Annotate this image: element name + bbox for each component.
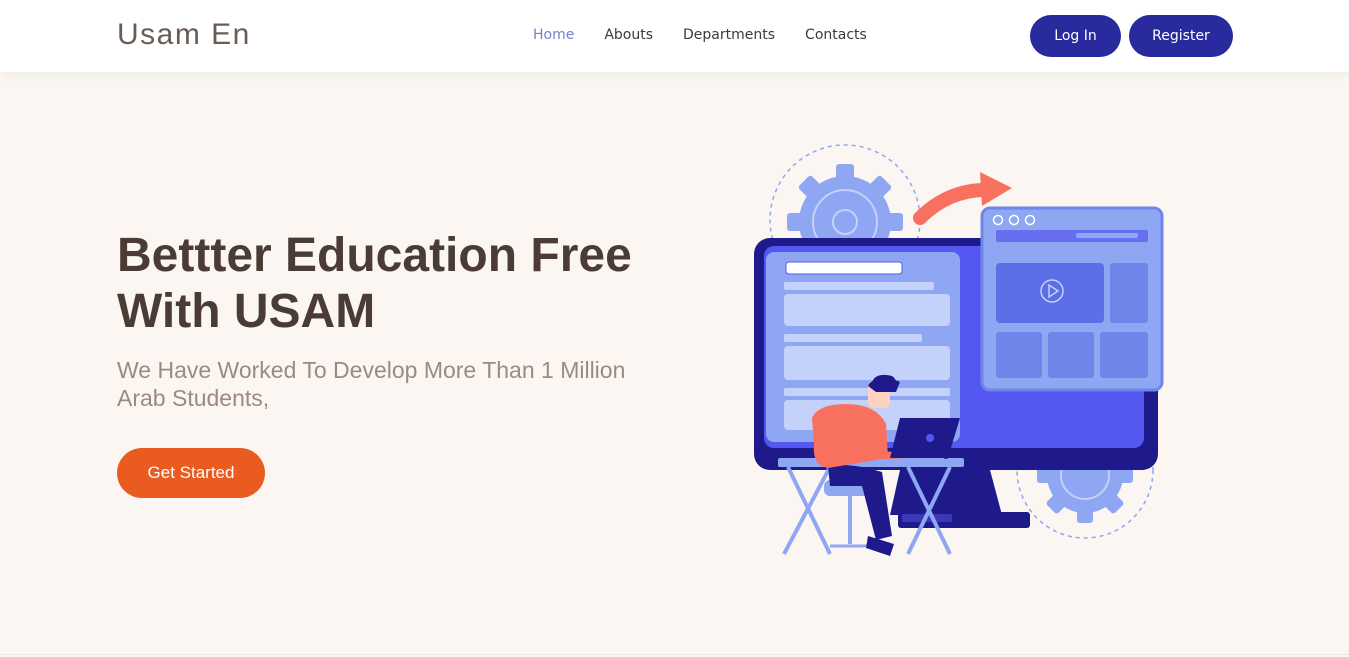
- section-divider: [0, 654, 1349, 655]
- nav-item-home[interactable]: Home: [533, 27, 574, 43]
- person-at-computer-illustration: [754, 144, 1164, 556]
- main-nav: Home Abouts Departments Contacts: [533, 27, 867, 43]
- get-started-button[interactable]: Get Started: [117, 448, 265, 498]
- nav-item-departments[interactable]: Departments: [683, 27, 775, 43]
- hero-title: Bettter Education Free With USAM: [117, 229, 632, 338]
- hero-subtitle: We Have Worked To Develop More Than 1 Mi…: [117, 357, 626, 411]
- register-button[interactable]: Register: [1129, 15, 1233, 57]
- nav-item-contacts[interactable]: Contacts: [805, 27, 867, 43]
- login-button[interactable]: Log In: [1030, 15, 1121, 57]
- brand-logo[interactable]: Usam En: [117, 18, 251, 52]
- nav-item-abouts[interactable]: Abouts: [604, 27, 653, 43]
- navbar: Usam En Home Abouts Departments Contacts…: [0, 0, 1349, 72]
